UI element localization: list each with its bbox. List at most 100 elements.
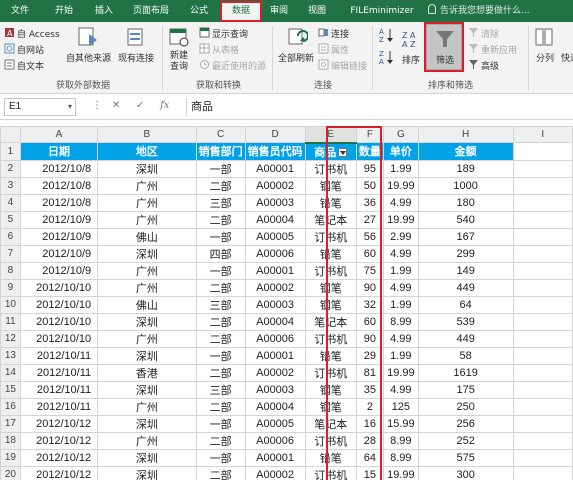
sort-button[interactable]: 排序 [402,53,420,66]
formula-input[interactable]: 商品 [186,98,570,116]
from-table-button[interactable]: 从表格 [212,43,239,56]
empty-cell[interactable] [512,261,573,280]
cell[interactable]: 2012/10/11 [19,346,99,365]
cell[interactable]: 1619 [417,363,514,382]
cell[interactable]: 15.99 [382,414,419,433]
column-header-h[interactable]: H [417,126,514,143]
cell[interactable]: 一部 [195,261,246,280]
cell[interactable]: A00006 [244,244,306,263]
cell[interactable]: A00001 [244,159,306,178]
cell[interactable]: 广州 [97,329,197,348]
cell[interactable]: 8.99 [382,431,419,450]
empty-cell[interactable] [512,414,573,433]
row-header[interactable]: 20 [0,465,21,480]
cell[interactable]: 深圳 [97,346,197,365]
cell[interactable]: 2012/10/8 [19,159,99,178]
cell[interactable]: 深圳 [97,244,197,263]
cell[interactable]: A00003 [244,295,306,314]
row-header[interactable]: 13 [0,346,21,365]
cell[interactable]: 125 [382,397,419,416]
row-header[interactable]: 16 [0,397,21,416]
tab-view[interactable]: 视图 [302,0,332,22]
cell[interactable]: A00001 [244,261,306,280]
cell[interactable]: 一部 [195,346,246,365]
cell[interactable]: 2012/10/10 [19,312,99,331]
cell[interactable]: 二部 [195,363,246,382]
cell[interactable]: 540 [417,210,514,229]
cell[interactable]: 香港 [97,363,197,382]
cell[interactable]: 1.99 [382,295,419,314]
row-header[interactable]: 11 [0,312,21,331]
empty-cell[interactable] [512,142,573,161]
cell[interactable]: 575 [417,448,514,467]
tab-fileminimizer[interactable]: FILEminimizer [342,0,422,22]
cell[interactable]: 广州 [97,278,197,297]
cell[interactable]: 149 [417,261,514,280]
cell[interactable]: 三部 [195,380,246,399]
tab-file[interactable]: 文件 [4,0,36,22]
cell[interactable]: 2012/10/10 [19,295,99,314]
cell[interactable]: 深圳 [97,380,197,399]
cell[interactable]: 19.99 [382,176,419,195]
formula-options-icon[interactable]: ⋮ [92,100,102,111]
cell[interactable]: 8.99 [382,448,419,467]
cell[interactable]: 广州 [97,176,197,195]
text-to-columns-button[interactable]: 分列 [536,51,554,64]
recent-sources-button[interactable]: 最近使用的源 [212,59,266,72]
cell[interactable]: 2012/10/9 [19,261,99,280]
header-cell[interactable]: 单价 [382,142,419,161]
empty-cell[interactable] [512,431,573,450]
cell[interactable]: 19.99 [382,363,419,382]
existing-connections-button[interactable]: 现有连接 [118,51,154,64]
header-cell[interactable]: 地区 [97,142,197,161]
cell[interactable]: 19.99 [382,210,419,229]
empty-cell[interactable] [512,244,573,263]
cell[interactable]: 2.99 [382,227,419,246]
header-cell[interactable]: 销售部门 [195,142,246,161]
empty-cell[interactable] [512,312,573,331]
cell[interactable]: 一部 [195,448,246,467]
row-header[interactable]: 15 [0,380,21,399]
empty-cell[interactable] [512,278,573,297]
cell[interactable]: A00002 [244,465,306,480]
header-cell[interactable]: 金额 [417,142,514,161]
empty-cell[interactable] [512,380,573,399]
cell[interactable]: 1000 [417,176,514,195]
cell[interactable]: 1.99 [382,346,419,365]
cell[interactable]: 二部 [195,312,246,331]
cell[interactable]: A00002 [244,363,306,382]
properties-button[interactable]: 属性 [331,43,349,56]
cell[interactable]: 4.99 [382,193,419,212]
cell[interactable]: 8.99 [382,312,419,331]
cell[interactable]: 二部 [195,465,246,480]
cell[interactable]: 一部 [195,159,246,178]
cell[interactable]: A00004 [244,397,306,416]
cell[interactable]: 189 [417,159,514,178]
cell[interactable]: 64 [417,295,514,314]
advanced-button[interactable]: 高级 [481,59,499,72]
cell[interactable]: 深圳 [97,448,197,467]
cell[interactable]: A00005 [244,414,306,433]
cell[interactable]: A00003 [244,380,306,399]
cell[interactable]: A00003 [244,193,306,212]
enter-icon[interactable]: ✓ [136,100,144,111]
cell[interactable]: 2012/10/11 [19,363,99,382]
tab-page-layout[interactable]: 页面布局 [126,0,176,22]
cell[interactable]: 广州 [97,261,197,280]
cell[interactable]: 2012/10/12 [19,431,99,450]
cell[interactable]: 252 [417,431,514,450]
row-header[interactable]: 17 [0,414,21,433]
column-header-a[interactable]: A [19,126,99,143]
empty-cell[interactable] [512,210,573,229]
cell[interactable]: 58 [417,346,514,365]
flash-fill-button[interactable]: 快速 [561,51,573,64]
cell[interactable]: 4.99 [382,244,419,263]
cell[interactable]: 1.99 [382,261,419,280]
cell[interactable]: 二部 [195,329,246,348]
cell[interactable]: 四部 [195,244,246,263]
cell[interactable]: A00001 [244,346,306,365]
cell[interactable]: 佛山 [97,295,197,314]
row-header[interactable]: 18 [0,431,21,450]
row-header[interactable]: 1 [0,142,21,161]
cell[interactable]: 2012/10/9 [19,210,99,229]
